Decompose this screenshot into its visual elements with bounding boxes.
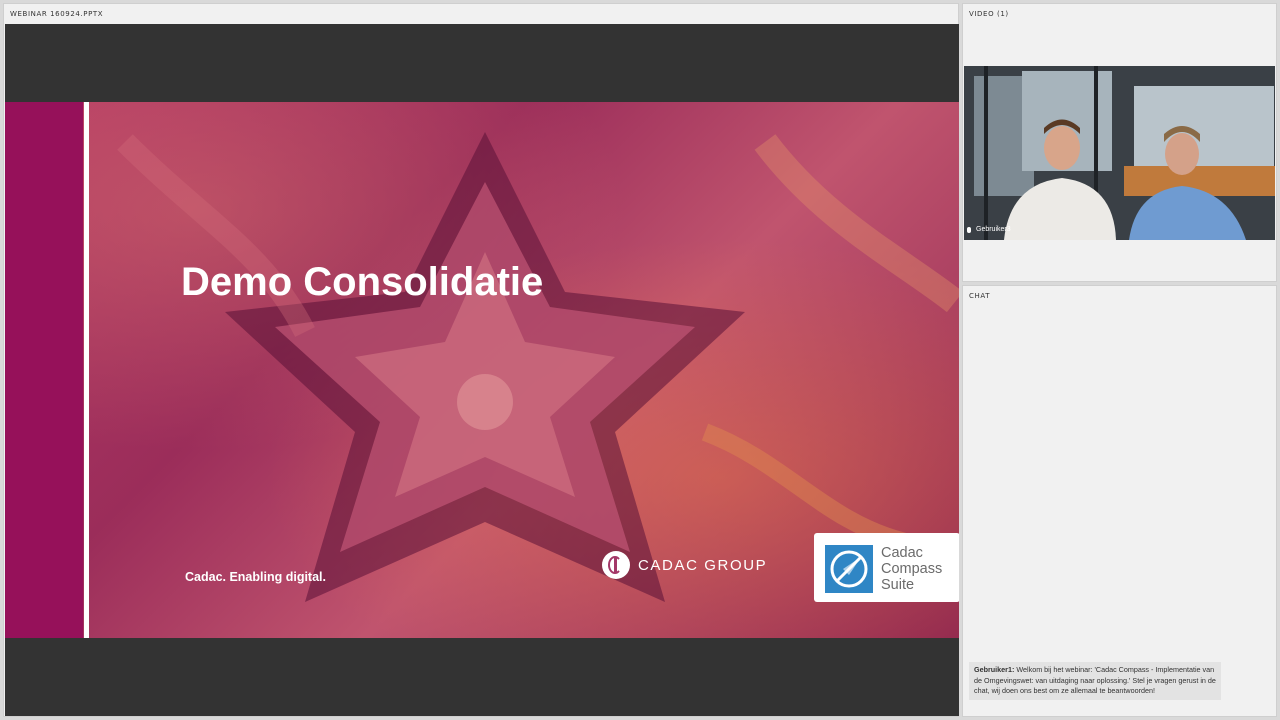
chat-pod-title: CHAT <box>969 292 991 300</box>
cadac-group-label: CADAC GROUP <box>638 556 768 574</box>
compass-suite-label: Cadac Compass Suite <box>881 545 943 593</box>
microphone-icon <box>967 226 971 233</box>
share-pod: WEBINAR 160924.PPTX Demo Consolidatie Ca… <box>3 3 959 717</box>
slide-divider-line <box>84 102 89 638</box>
video-pod: VIDEO (1) Gebruiker3 <box>962 3 1277 282</box>
webcam-scene <box>964 66 1275 240</box>
compass-suite-badge: Cadac Compass Suite <box>814 533 959 602</box>
cadac-group-logo: CADAC GROUP <box>602 551 767 579</box>
compass-icon <box>825 545 873 593</box>
webcam-video[interactable]: Gebruiker3 <box>964 66 1275 240</box>
presentation-slide: Demo Consolidatie Cadac. Enabling digita… <box>5 102 959 638</box>
chat-pod: CHAT Gebruiker1: Welkom bij het webinar:… <box>962 285 1277 717</box>
chat-message-sender: Gebruiker1: <box>974 665 1015 674</box>
cadac-logo-icon <box>602 551 630 579</box>
share-pod-title: WEBINAR 160924.PPTX <box>10 10 104 18</box>
presentation-stage[interactable]: Demo Consolidatie Cadac. Enabling digita… <box>5 24 959 716</box>
chat-message: Gebruiker1: Welkom bij het webinar: 'Cad… <box>969 662 1221 700</box>
slide-tagline: Cadac. Enabling digital. <box>185 570 326 584</box>
video-pod-title: VIDEO (1) <box>969 10 1009 18</box>
slide-title: Demo Consolidatie <box>181 260 544 304</box>
slide-left-band <box>5 102 83 638</box>
participant-name-tag: Gebruiker3 <box>967 226 1011 233</box>
